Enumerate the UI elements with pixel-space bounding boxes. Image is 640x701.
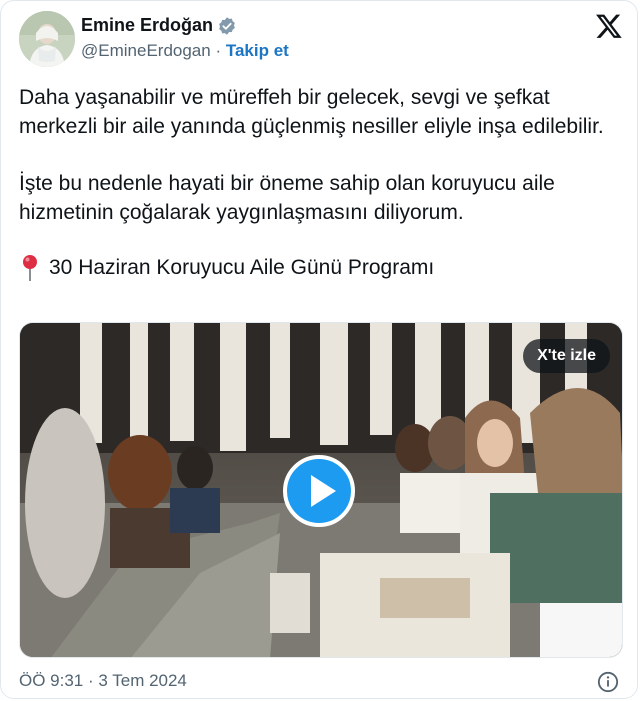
author-handle[interactable]: @EmineErdogan [81, 41, 211, 60]
video-media[interactable]: X'te izle [19, 322, 623, 658]
info-icon[interactable] [597, 671, 619, 693]
verified-badge-icon [219, 16, 235, 35]
tweet-text: Daha yaşanabilir ve müreffeh bir gelecek… [19, 83, 623, 282]
round-pushpin-icon [23, 254, 37, 281]
author-name[interactable]: Emine Erdoğan [81, 15, 213, 36]
author-name-row: Emine Erdoğan [81, 15, 237, 36]
tweet-card: Emine Erdoğan @EmineErdogan · Takip et D… [0, 0, 638, 699]
x-logo-icon[interactable] [595, 12, 623, 40]
avatar[interactable] [19, 11, 75, 67]
tweet-paragraph-2: İşte bu nedenle hayati bir öneme sahip o… [19, 172, 555, 224]
watch-on-x-button[interactable]: X'te izle [523, 339, 610, 373]
tweet-paragraph-1: Daha yaşanabilir ve müreffeh bir gelecek… [19, 86, 604, 138]
follow-button[interactable]: Takip et [226, 41, 289, 60]
handle-separator: · [215, 41, 222, 60]
tweet-program-line: 30 Haziran Koruyucu Aile Günü Programı [19, 253, 623, 282]
play-icon[interactable] [282, 454, 356, 528]
author-handle-row: @EmineErdogan · Takip et [81, 41, 289, 61]
tweet-timestamp[interactable]: ÖÖ 9:31 · 3 Tem 2024 [19, 671, 187, 691]
program-text: 30 Haziran Koruyucu Aile Günü Programı [49, 256, 435, 279]
